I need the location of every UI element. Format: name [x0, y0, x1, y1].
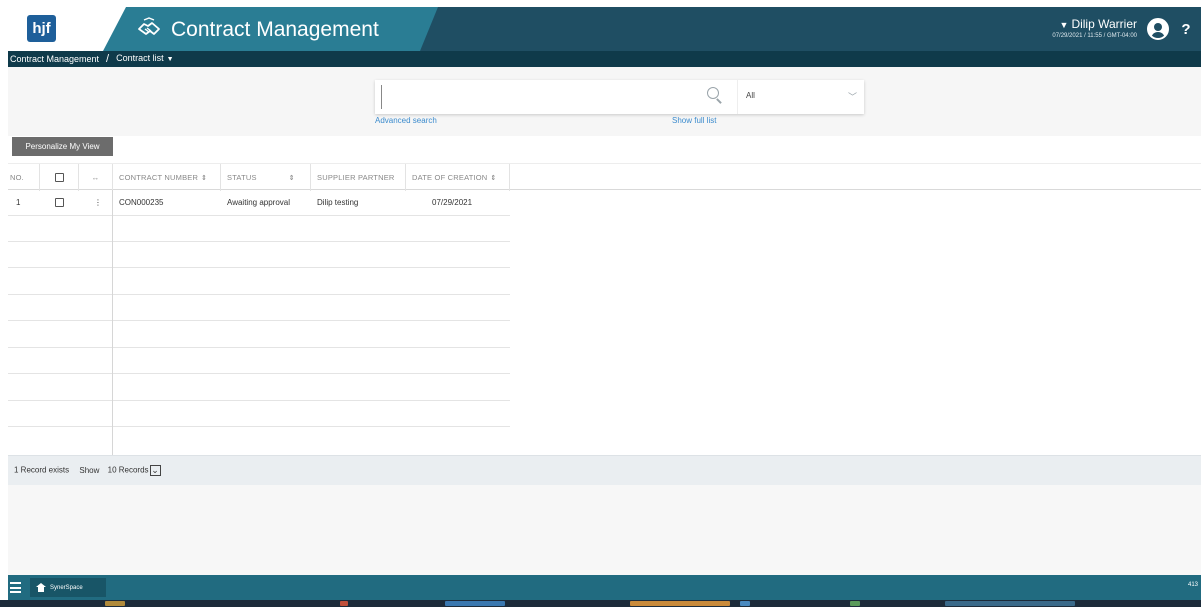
content-spacer	[8, 485, 1201, 575]
column-header-contract-number[interactable]: CONTRACT NUMBER ⇕	[113, 164, 221, 191]
empty-table-row	[8, 401, 510, 427]
column-label-status: STATUS	[227, 173, 257, 182]
home-icon	[36, 583, 46, 592]
handshake-icon-svg	[138, 17, 160, 35]
chevron-down-icon: ⌄	[149, 465, 161, 476]
user-info[interactable]: ▼ Dilip Warrier 07/29/2021 / 11:55 / GMT-…	[1052, 17, 1137, 41]
records-count: 1 Record exists	[14, 465, 70, 475]
empty-table-row	[8, 322, 510, 348]
column-label-supplier-partner: SUPPLIER PARTNER	[317, 173, 395, 182]
help-icon[interactable]: ?	[1179, 21, 1193, 38]
contract-list-page: hjf Contract Management ▼ Dilip Warrier 0…	[0, 0, 1201, 607]
search-input[interactable]	[381, 85, 701, 109]
caret-down-icon: ▼	[166, 56, 174, 63]
column-header-no: NO.	[8, 164, 40, 191]
records-per-page-select[interactable]: 10 Records ⌄	[108, 465, 161, 476]
empty-table-row	[8, 295, 510, 321]
app-header: hjf Contract Management ▼ Dilip Warrier 0…	[8, 7, 1201, 51]
search-box: All ﹀	[375, 80, 864, 114]
chevron-down-icon: ﹀	[847, 92, 857, 102]
row-menu-icon[interactable]: ⋮	[88, 190, 102, 215]
column-header-select	[40, 164, 79, 191]
column-label-no: NO.	[10, 173, 24, 182]
sort-icon[interactable]: ⇕	[289, 175, 295, 182]
taskbar-item[interactable]	[630, 601, 730, 606]
table-row[interactable]: 1 ⋮ CON000235 Awaiting approval Dilip te…	[8, 190, 510, 216]
row-checkbox[interactable]	[55, 198, 64, 207]
empty-table-row	[8, 269, 510, 295]
os-taskbar-strip	[0, 600, 1201, 607]
handshake-icon	[136, 17, 162, 41]
user-datetime: 07/29/2021 / 11:55 / GMT-04:00	[1052, 33, 1137, 39]
caret-down-icon: ▼	[1059, 20, 1069, 30]
column-header-resize[interactable]: ↔	[79, 164, 113, 191]
show-label: Show	[79, 465, 100, 475]
synerspace-tab[interactable]: SynerSpace	[30, 578, 106, 597]
pagination-bar: 1 Record exists Show 10 Records ⌄	[8, 455, 1201, 485]
bottom-bar-indicator: 413	[1187, 582, 1198, 588]
resize-icon: ↔	[91, 173, 100, 182]
user-area: ▼ Dilip Warrier 07/29/2021 / 11:55 / GMT-…	[1052, 7, 1193, 51]
empty-table-row	[8, 216, 510, 242]
advanced-search-link[interactable]: Advanced search	[375, 116, 437, 125]
hamburger-menu-icon[interactable]	[10, 582, 21, 593]
pagination-info: 1 Record exists Show 10 Records ⌄	[14, 465, 161, 476]
synerspace-label: SynerSpace	[50, 584, 83, 591]
frozen-column-divider	[112, 190, 113, 456]
bottom-bar: SynerSpace 413	[8, 575, 1201, 600]
empty-table-row	[8, 348, 510, 374]
hjf-logo[interactable]: hjf	[27, 15, 56, 42]
avatar-icon[interactable]	[1147, 18, 1169, 40]
cell-date-of-creation: 07/29/2021	[432, 198, 473, 207]
search-icon[interactable]	[705, 85, 725, 107]
show-full-list-link[interactable]: Show full list	[672, 116, 716, 125]
breadcrumb-current[interactable]: Contract list ▼	[116, 50, 173, 68]
user-menu[interactable]: ▼ Dilip Warrier	[1052, 17, 1137, 32]
app-title: Contract Management	[171, 18, 379, 41]
search-scope-select[interactable]: All ﹀	[737, 80, 864, 114]
taskbar-item[interactable]	[340, 601, 348, 606]
column-label-contract-number: CONTRACT NUMBER	[119, 173, 199, 182]
column-header-status[interactable]: STATUS ⇕	[221, 164, 311, 191]
column-header-date-of-creation[interactable]: DATE OF CREATION ⇕	[406, 164, 510, 191]
cell-contract-number[interactable]: CON000235	[113, 190, 163, 215]
empty-table-row	[8, 242, 510, 268]
sort-icon[interactable]: ⇕	[201, 175, 207, 182]
select-all-checkbox[interactable]	[55, 173, 64, 182]
search-band: All ﹀ Advanced search Show full list	[8, 67, 1201, 136]
sort-icon[interactable]: ⇕	[490, 175, 496, 182]
taskbar-item[interactable]	[850, 601, 860, 606]
empty-table-row	[8, 375, 510, 401]
table-header: NO. ↔ CONTRACT NUMBER ⇕ STATUS ⇕ SUPPLIER …	[8, 163, 1201, 191]
breadcrumb: Contract Management / Contract list ▼	[8, 51, 1201, 67]
taskbar-item[interactable]	[105, 601, 125, 606]
cell-supplier-partner: Dilip testing	[317, 198, 359, 207]
taskbar-item[interactable]	[445, 601, 505, 606]
taskbar-item[interactable]	[945, 601, 1075, 606]
cell-status: Awaiting approval	[227, 198, 291, 207]
personalize-view-button[interactable]: Personalize My View	[12, 137, 113, 156]
breadcrumb-root[interactable]: Contract Management	[10, 51, 99, 67]
column-header-supplier-partner[interactable]: SUPPLIER PARTNER	[311, 164, 406, 191]
search-scope-value: All	[746, 91, 755, 100]
user-name: Dilip Warrier	[1071, 17, 1137, 31]
breadcrumb-current-label: Contract list	[116, 53, 164, 63]
contract-table: NO. ↔ CONTRACT NUMBER ⇕ STATUS ⇕ SUPPLIER …	[8, 163, 1201, 460]
taskbar-item[interactable]	[740, 601, 750, 606]
cell-no: 1	[16, 198, 21, 207]
column-label-date-of-creation: DATE OF CREATION	[412, 173, 488, 182]
breadcrumb-separator: /	[106, 53, 110, 65]
records-per-page-value: 10 Records	[107, 465, 149, 475]
